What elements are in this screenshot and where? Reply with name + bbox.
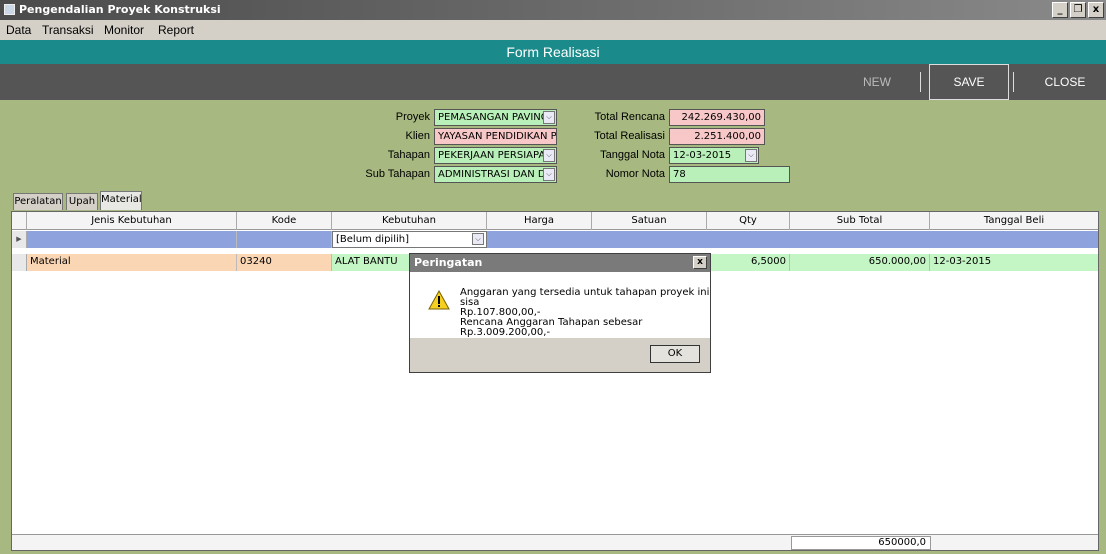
proyek-value: PEMASANGAN PAVING ... — [438, 112, 557, 123]
proyek-label: Proyek — [395, 111, 430, 123]
proyek-combo[interactable]: PEMASANGAN PAVING ... ⌵ — [434, 109, 557, 126]
chevron-down-icon[interactable]: ⌵ — [543, 111, 555, 124]
new-row-cell[interactable] — [237, 231, 332, 248]
col-kebutuhan[interactable]: Kebutuhan — [332, 212, 487, 230]
tab-upah[interactable]: Upah — [66, 193, 98, 210]
window-title: Pengendalian Proyek Konstruksi — [19, 3, 221, 16]
col-qty[interactable]: Qty — [707, 212, 790, 230]
klien-label: Klien — [405, 130, 430, 142]
dialog-line-3: Rencana Anggaran Tahapan sebesar Rp.3.00… — [460, 317, 643, 338]
grid-footer: 650000,0 — [12, 534, 1098, 550]
col-harga[interactable]: Harga — [487, 212, 592, 230]
dialog-title: Peringatan — [414, 256, 483, 269]
grid-corner — [12, 212, 27, 230]
cell-tanggal-beli[interactable]: 12-03-2015 — [930, 254, 1098, 271]
form-title: Form Realisasi — [0, 40, 1106, 64]
col-kode[interactable]: Kode — [237, 212, 332, 230]
total-realisasi-field: 2.251.400,00 — [669, 128, 765, 145]
tahapan-combo[interactable]: PEKERJAAN PERSIAPAN ⌵ — [434, 147, 557, 164]
tab-material[interactable]: Material — [100, 191, 142, 210]
menu-bar: Data Transaksi Monitor Report — [0, 20, 1106, 40]
kebutuhan-combo[interactable]: [Belum dipilih] ⌵ — [332, 231, 487, 248]
cell-subtotal[interactable]: 650.000,00 — [790, 254, 930, 271]
minimize-button[interactable]: _ — [1052, 2, 1068, 18]
total-realisasi-label: Total Realisasi — [594, 130, 665, 142]
cell-qty[interactable]: 6,5000 — [707, 254, 790, 271]
klien-field[interactable]: YAYASAN PENDIDIKAN PUSPA — [434, 128, 557, 145]
menu-report[interactable]: Report — [158, 23, 194, 37]
tahapan-label: Tahapan — [387, 149, 430, 161]
new-row-cell[interactable] — [27, 231, 237, 248]
close-window-button[interactable]: x — [1088, 2, 1104, 18]
tahapan-value: PEKERJAAN PERSIAPAN — [438, 150, 553, 161]
cell-kode[interactable]: 03240 — [237, 254, 332, 271]
dialog-line-1: Anggaran yang tersedia untuk tahapan pro… — [460, 287, 710, 308]
window-buttons: _ ❐ x — [1052, 2, 1104, 18]
total-rencana-label: Total Rencana — [594, 111, 665, 123]
col-jenis-kebutuhan[interactable]: Jenis Kebutuhan — [27, 212, 237, 230]
tanggal-nota-picker[interactable]: 12-03-2015 ⌵ — [669, 147, 759, 164]
menu-data[interactable]: Data — [6, 23, 31, 37]
subtahapan-value: ADMINISTRASI DAN D... — [438, 169, 556, 180]
kebutuhan-placeholder: [Belum dipilih] — [336, 234, 409, 245]
menu-monitor[interactable]: Monitor — [104, 23, 144, 37]
tanggal-nota-value: 12-03-2015 — [673, 150, 732, 161]
dialog-close-button[interactable]: x — [693, 256, 707, 269]
new-button[interactable]: NEW — [848, 64, 906, 100]
tab-peralatan[interactable]: Peralatan — [13, 193, 63, 210]
col-satuan[interactable]: Satuan — [592, 212, 707, 230]
chevron-down-icon[interactable]: ⌵ — [543, 149, 555, 162]
grid-new-row[interactable]: ▶ [Belum dipilih] ⌵ — [12, 231, 1098, 248]
dialog-body: Anggaran yang tersedia untuk tahapan pro… — [410, 272, 710, 338]
toolbar: NEW SAVE CLOSE — [0, 64, 1106, 100]
restore-button[interactable]: ❐ — [1070, 2, 1086, 18]
dialog-message: Anggaran yang tersedia untuk tahapan pro… — [460, 288, 710, 338]
chevron-down-icon[interactable]: ⌵ — [745, 149, 757, 162]
footer-subtotal: 650000,0 — [791, 536, 931, 550]
toolbar-separator — [920, 72, 921, 92]
close-button[interactable]: CLOSE — [1030, 64, 1100, 100]
col-sub-total[interactable]: Sub Total — [790, 212, 930, 230]
dialog-titlebar: Peringatan x — [410, 254, 710, 272]
chevron-down-icon[interactable]: ⌵ — [543, 168, 555, 181]
warning-icon — [428, 290, 450, 310]
warning-dialog: Peringatan x Anggaran yang tersedia untu… — [409, 253, 711, 373]
cell-jenis[interactable]: Material — [27, 254, 237, 271]
nomor-nota-label: Nomor Nota — [605, 168, 665, 180]
toolbar-separator — [1013, 72, 1014, 92]
menu-transaksi[interactable]: Transaksi — [42, 23, 94, 37]
nomor-nota-input[interactable]: 78 — [669, 166, 790, 183]
subtahapan-label: Sub Tahapan — [365, 168, 430, 180]
row-indicator — [12, 254, 27, 271]
subtahapan-combo[interactable]: ADMINISTRASI DAN D... ⌵ — [434, 166, 557, 183]
chevron-down-icon[interactable]: ⌵ — [472, 233, 484, 245]
total-rencana-field: 242.269.430,00 — [669, 109, 765, 126]
app-icon — [4, 4, 15, 15]
window-titlebar: Pengendalian Proyek Konstruksi _ ❐ x — [0, 0, 1106, 20]
tanggal-nota-label: Tanggal Nota — [600, 149, 665, 161]
save-button[interactable]: SAVE — [929, 64, 1009, 100]
grid-header: Jenis Kebutuhan Kode Kebutuhan Harga Sat… — [12, 212, 1098, 230]
col-tanggal-beli[interactable]: Tanggal Beli — [930, 212, 1098, 230]
ok-button[interactable]: OK — [650, 345, 700, 363]
row-indicator-icon: ▶ — [12, 231, 27, 248]
